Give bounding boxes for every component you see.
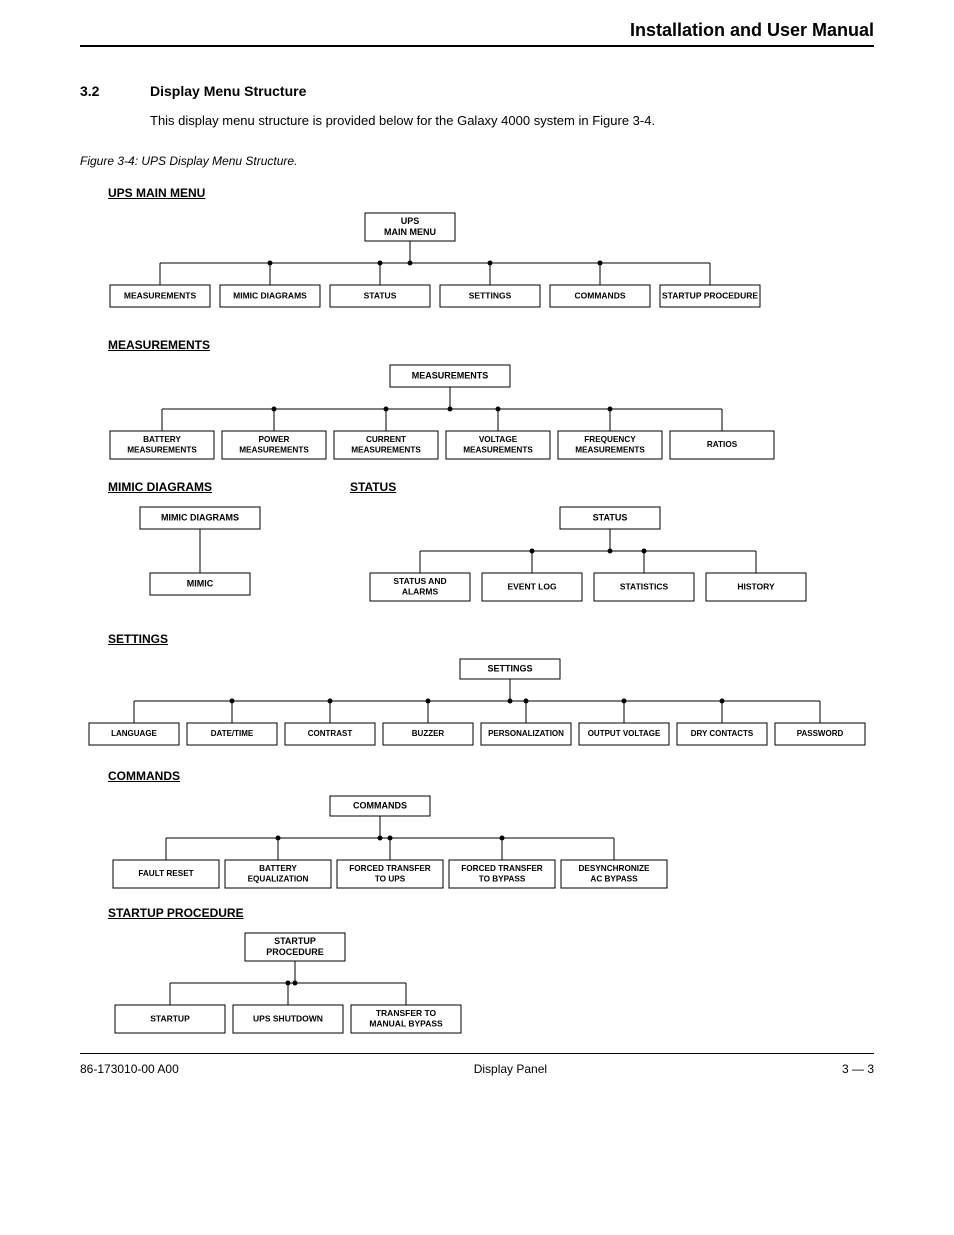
footer-right: 3 — 3 [842,1062,874,1076]
svg-text:PASSWORD: PASSWORD [797,729,844,738]
svg-text:SETTINGS: SETTINGS [469,290,512,300]
svg-text:MANUAL BYPASS: MANUAL BYPASS [369,1019,443,1029]
svg-text:STATISTICS: STATISTICS [620,581,669,591]
page-footer: 86-173010-00 A00 Display Panel 3 — 3 [80,1053,874,1076]
svg-text:SETTINGS: SETTINGS [487,663,532,673]
svg-text:DESYNCHRONIZE: DESYNCHRONIZE [579,864,651,873]
tree-heading-main: UPS MAIN MENU [108,186,874,200]
footer-center: Display Panel [474,1062,547,1076]
tree-startup: STARTUPPROCEDURESTARTUPUPS SHUTDOWNTRANS… [80,928,580,1043]
svg-text:POWER: POWER [259,435,290,444]
svg-text:CURRENT: CURRENT [366,435,406,444]
svg-text:RATIOS: RATIOS [707,440,738,449]
tree-heading-commands: COMMANDS [108,769,874,783]
tree-heading-startup: STARTUP PROCEDURE [108,906,874,920]
svg-text:MEASUREMENTS: MEASUREMENTS [127,445,197,454]
page: Installation and User Manual 3.2 Display… [0,0,954,1106]
svg-text:EVENT LOG: EVENT LOG [507,581,557,591]
svg-text:STARTUP PROCEDURE: STARTUP PROCEDURE [662,290,758,300]
svg-text:MEASUREMENTS: MEASUREMENTS [351,445,421,454]
svg-text:MEASUREMENTS: MEASUREMENTS [463,445,533,454]
svg-text:MEASUREMENTS: MEASUREMENTS [239,445,309,454]
svg-text:UPS SHUTDOWN: UPS SHUTDOWN [253,1013,323,1023]
tree-row-mimic-status: MIMIC DIAGRAMS MIMIC DIAGRAMS MIMIC STATU… [80,480,874,632]
tree-mimic: MIMIC DIAGRAMS MIMIC [80,502,340,632]
svg-text:FAULT RESET: FAULT RESET [138,869,193,878]
svg-text:EQUALIZATION: EQUALIZATION [248,874,309,883]
header-title: Installation and User Manual [630,20,874,40]
svg-text:BUZZER: BUZZER [412,729,445,738]
page-header: Installation and User Manual [80,20,874,47]
section-heading-row: 3.2 Display Menu Structure [80,83,874,99]
svg-text:DRY CONTACTS: DRY CONTACTS [691,729,754,738]
svg-text:MIMIC: MIMIC [187,578,214,588]
svg-text:TO BYPASS: TO BYPASS [479,874,526,883]
section-body: This display menu structure is provided … [150,113,874,128]
tree-measurements: MEASUREMENTSBATTERYMEASUREMENTSPOWERMEAS… [80,360,874,480]
svg-text:FREQUENCY: FREQUENCY [584,435,636,444]
svg-text:CONTRAST: CONTRAST [308,729,353,738]
tree-heading-mimic: MIMIC DIAGRAMS [108,480,350,494]
svg-text:MEASUREMENTS: MEASUREMENTS [124,290,197,300]
svg-text:MEASUREMENTS: MEASUREMENTS [412,370,489,380]
svg-text:ALARMS: ALARMS [402,587,439,597]
svg-text:TRANSFER TO: TRANSFER TO [376,1008,437,1018]
svg-text:PROCEDURE: PROCEDURE [266,947,324,957]
svg-text:UPS: UPS [401,216,420,226]
tree-settings: SETTINGS LANGUAGE DATE/TIME CONTRAST BUZZER P… [80,654,874,769]
svg-text:MIMIC DIAGRAMS: MIMIC DIAGRAMS [161,512,239,522]
svg-text:MAIN MENU: MAIN MENU [384,227,436,237]
svg-text:MEASUREMENTS: MEASUREMENTS [575,445,645,454]
svg-text:STATUS: STATUS [364,290,397,300]
svg-text:DATE/TIME: DATE/TIME [211,729,254,738]
svg-text:BATTERY: BATTERY [259,864,297,873]
svg-text:STATUS AND: STATUS AND [393,576,446,586]
section-title: Display Menu Structure [150,83,306,99]
tree-status: STATUS STATUS ANDALARMS EVENT LOG STATISTIC… [350,502,870,632]
tree-main: UPSMAIN MENU MEASUREMENTS MIMIC DIAGRAMS ST… [80,208,874,338]
svg-text:COMMANDS: COMMANDS [353,800,407,810]
tree-heading-status: STATUS [350,480,874,494]
tree-commands: COMMANDS FAULT RESET BATTERYEQUALIZATION FO… [80,791,874,906]
svg-text:MIMIC DIAGRAMS: MIMIC DIAGRAMS [233,290,307,300]
svg-text:STARTUP: STARTUP [150,1013,190,1023]
figure-caption: Figure 3-4: UPS Display Menu Structure. [80,154,874,168]
svg-text:HISTORY: HISTORY [737,581,775,591]
svg-text:AC BYPASS: AC BYPASS [590,874,638,883]
section-number: 3.2 [80,83,120,99]
svg-text:PERSONALIZATION: PERSONALIZATION [488,729,564,738]
tree-heading-measurements: MEASUREMENTS [108,338,874,352]
svg-text:FORCED TRANSFER: FORCED TRANSFER [349,864,431,873]
svg-text:OUTPUT VOLTAGE: OUTPUT VOLTAGE [588,729,661,738]
footer-left: 86-173010-00 A00 [80,1062,179,1076]
svg-text:BATTERY: BATTERY [143,435,181,444]
svg-text:FORCED TRANSFER: FORCED TRANSFER [461,864,543,873]
svg-text:STARTUP: STARTUP [274,936,316,946]
svg-text:STATUS: STATUS [593,512,628,522]
svg-text:COMMANDS: COMMANDS [575,290,626,300]
svg-text:LANGUAGE: LANGUAGE [111,729,157,738]
svg-text:VOLTAGE: VOLTAGE [479,435,518,444]
tree-heading-settings: SETTINGS [108,632,874,646]
svg-text:TO UPS: TO UPS [375,874,406,883]
